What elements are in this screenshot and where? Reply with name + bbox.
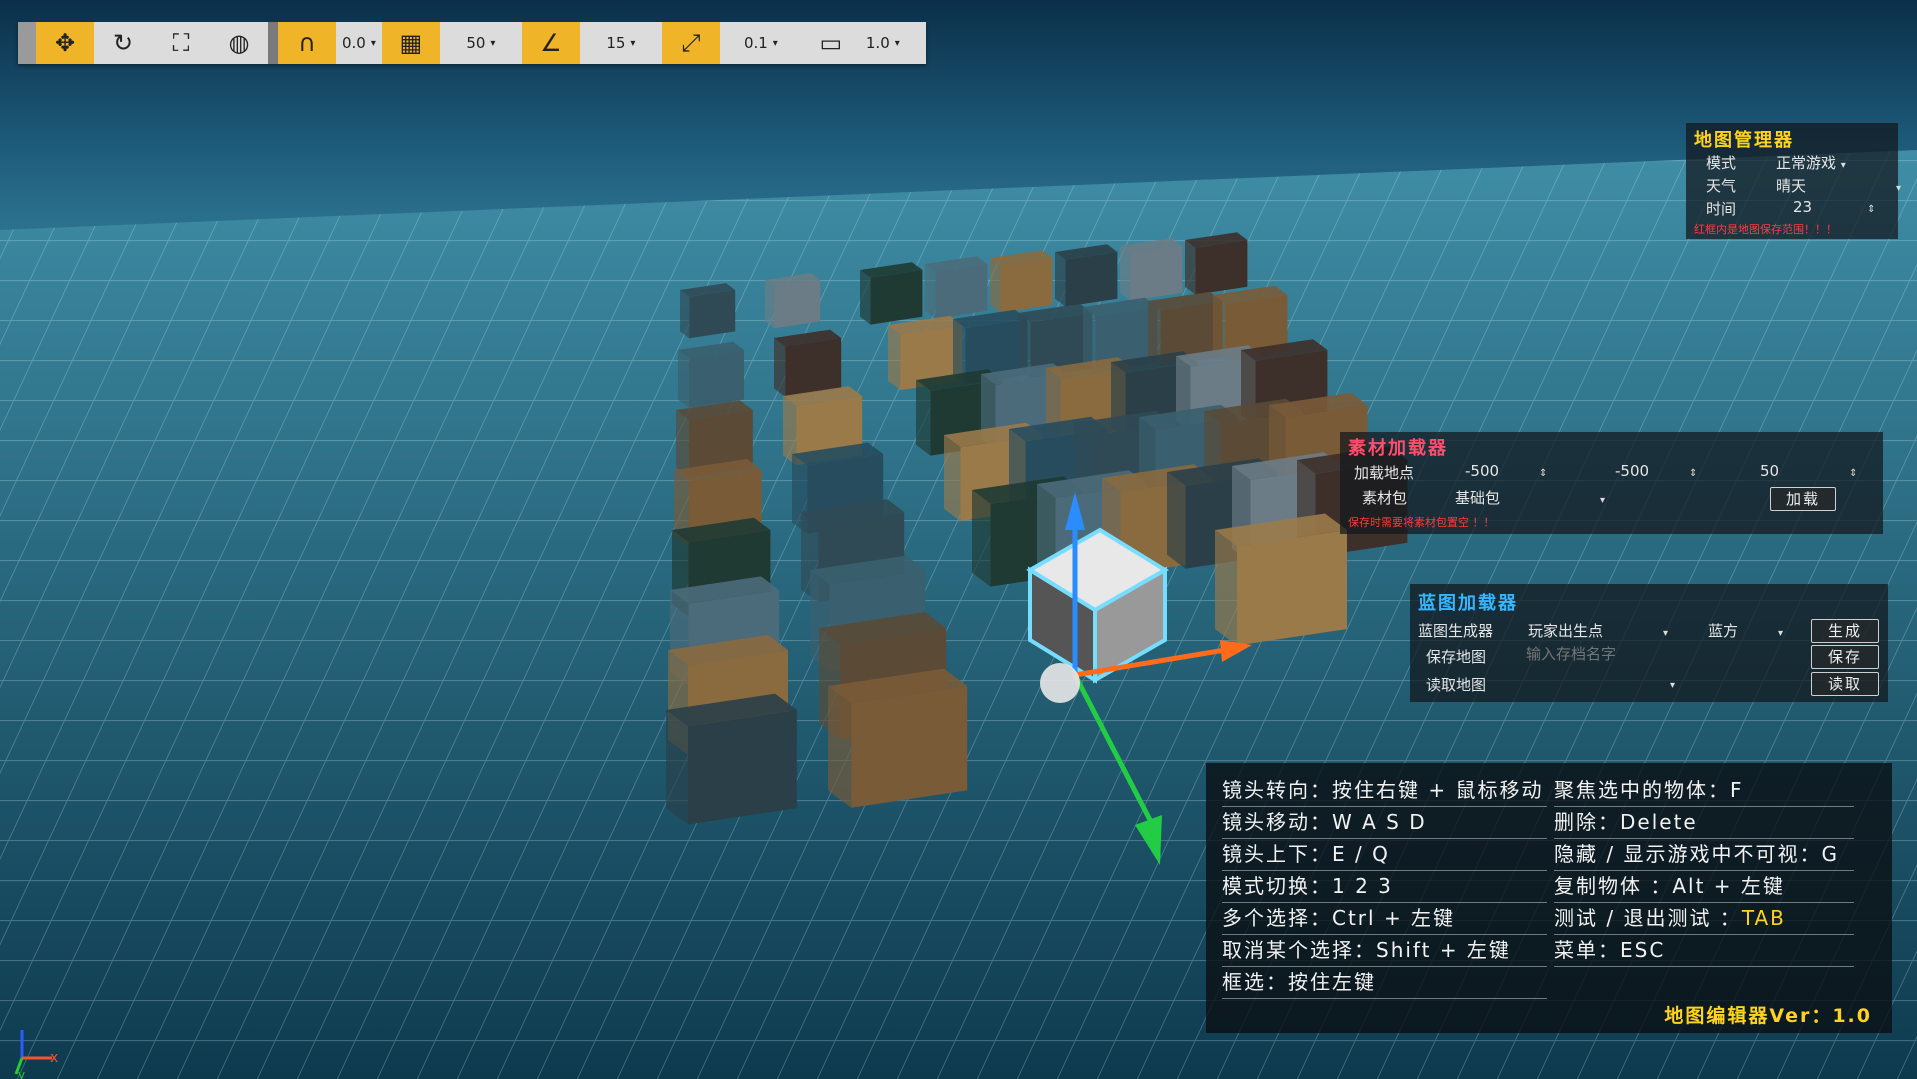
help-left-line: 镜头转向：按住右键 + 鼠标移动	[1222, 775, 1547, 807]
magnet-snap-value[interactable]: 0.0 ▾	[336, 22, 382, 64]
block-cube[interactable]	[680, 283, 736, 339]
camera-icon[interactable]: ▭	[802, 22, 860, 64]
blueprint-loader-panel: 蓝图加载器 蓝图生成器 玩家出生点▾ 蓝方▾ 生成 保存地图 保存 读取地图 ▾…	[1410, 584, 1888, 702]
mode-select[interactable]: 正常游戏 ▾	[1776, 152, 1846, 173]
help-right-line-test: 测试 / 退出测试 ：TAB	[1554, 903, 1854, 935]
load-location-label: 加载地点	[1354, 464, 1415, 482]
read-map-label: 读取地图	[1426, 676, 1487, 694]
block-cube[interactable]	[765, 273, 821, 329]
axis-y-label: y	[18, 1068, 25, 1079]
axis-x-label: x	[50, 1050, 58, 1066]
camera-speed-value[interactable]: 1.0 ▾	[860, 22, 906, 64]
help-right-line: 删除：Delete	[1554, 807, 1854, 839]
help-right-line: 菜单：ESC	[1554, 935, 1854, 967]
asset-pack-select[interactable]: 基础包 ▾	[1455, 487, 1605, 508]
generate-button[interactable]: 生成	[1811, 619, 1879, 643]
map-manager-panel: 地图管理器 模式 正常游戏 ▾ 天气 晴天 ▾ 时间 23 ⇕ 红框内是地图保存范围…	[1686, 123, 1901, 239]
help-right-line: 隐藏 / 显示游戏中不可视：G	[1554, 839, 1854, 871]
help-left-line: 镜头上下：E / Q	[1222, 839, 1547, 871]
grid-snap-value[interactable]: 50 ▾	[440, 22, 522, 64]
toolbar-grip[interactable]	[18, 22, 36, 64]
test-key: TAB	[1741, 906, 1786, 930]
load-button[interactable]: 加载	[1770, 487, 1836, 511]
asset-pack-warning: 保存时需要将素材包置空 ！！	[1348, 516, 1495, 529]
grid-icon[interactable]: ▦	[381, 22, 440, 64]
help-left-line: 多个选择：Ctrl + 左键	[1222, 903, 1547, 935]
block-cube[interactable]	[828, 668, 968, 808]
rotate-icon[interactable]: ↻	[94, 22, 152, 64]
help-left-line: 框选：按住左键	[1222, 967, 1547, 999]
scale-expand-icon[interactable]: ⛶	[152, 22, 210, 64]
magnet-snap-icon[interactable]: ∩	[278, 22, 336, 64]
help-left-line: 镜头移动：W A S D	[1222, 807, 1547, 839]
block-cube[interactable]	[666, 693, 797, 825]
globe-icon[interactable]: ◍	[210, 22, 268, 64]
asset-pack-label: 素材包	[1362, 489, 1408, 507]
block-cube[interactable]	[678, 341, 744, 408]
help-left-line: 模式切换：1 2 3	[1222, 871, 1547, 903]
save-name-input[interactable]	[1524, 644, 1708, 664]
load-z-input[interactable]: 50 ⇕	[1760, 462, 1857, 480]
weather-select[interactable]: 晴天 ▾	[1776, 175, 1901, 196]
load-x-input[interactable]: -500 ⇕	[1465, 462, 1547, 480]
angle-snap-value[interactable]: 15 ▾	[580, 22, 662, 64]
asset-loader-panel: 素材加载器 加载地点 -500 ⇕ -500 ⇕ 50 ⇕ 素材包 基础包 ▾ 加载 保…	[1340, 432, 1883, 534]
map-manager-title: 地图管理器	[1694, 130, 1794, 151]
time-input[interactable]: 23 ⇕	[1793, 198, 1875, 216]
blueprint-loader-title: 蓝图加载器	[1418, 593, 1518, 614]
help-right-line: 聚焦选中的物体：F	[1554, 775, 1854, 807]
block-cube[interactable]	[925, 256, 988, 319]
map-file-select[interactable]: ▾	[1670, 674, 1675, 692]
controls-help-panel: 镜头转向：按住右键 + 鼠标移动 镜头移动：W A S D 镜头上下：E / Q…	[1206, 763, 1892, 1033]
block-cube[interactable]	[1215, 513, 1347, 646]
save-button[interactable]: 保存	[1811, 645, 1879, 669]
mode-label: 模式	[1706, 154, 1737, 172]
angle-snap-icon[interactable]: ∠	[521, 22, 580, 64]
toolbar-separator	[268, 22, 278, 64]
editor-version: 地图编辑器Ver：1.0	[1664, 1005, 1872, 1027]
help-left-line: 取消某个选择：Shift + 左键	[1222, 935, 1547, 967]
block-cube[interactable]	[1120, 238, 1183, 301]
time-label: 时间	[1706, 200, 1737, 218]
block-cube[interactable]	[774, 329, 842, 397]
blueprint-generator-label: 蓝图生成器	[1418, 622, 1494, 640]
block-cube[interactable]	[860, 262, 923, 325]
block-cube[interactable]	[1185, 232, 1248, 295]
scale-snap-value[interactable]: 0.1 ▾	[720, 22, 802, 64]
spawn-type-select[interactable]: 玩家出生点 ▾	[1528, 620, 1668, 641]
block-cube[interactable]	[990, 250, 1053, 313]
move-arrows-icon[interactable]: ✥	[36, 22, 94, 64]
asset-loader-title: 素材加载器	[1348, 438, 1448, 459]
weather-label: 天气	[1706, 177, 1737, 195]
save-map-label: 保存地图	[1426, 648, 1487, 666]
load-y-input[interactable]: -500 ⇕	[1615, 462, 1697, 480]
block-cube[interactable]	[1055, 244, 1118, 307]
map-range-warning: 红框内是地图保存范围！！！	[1694, 223, 1837, 236]
help-right-line: 复制物体 ：Alt + 左键	[1554, 871, 1854, 903]
editor-toolbar: ✥ ↻ ⛶ ◍ ∩ 0.0 ▾ ▦ 50 ▾ ∠ 15 ▾ ⤢ 0.1 ▾ ▭ 1.0 ▾	[18, 22, 926, 64]
team-select[interactable]: 蓝方 ▾	[1708, 620, 1783, 641]
scale-snap-arrow-icon[interactable]: ⤢	[661, 22, 720, 64]
read-button[interactable]: 读取	[1811, 672, 1879, 696]
